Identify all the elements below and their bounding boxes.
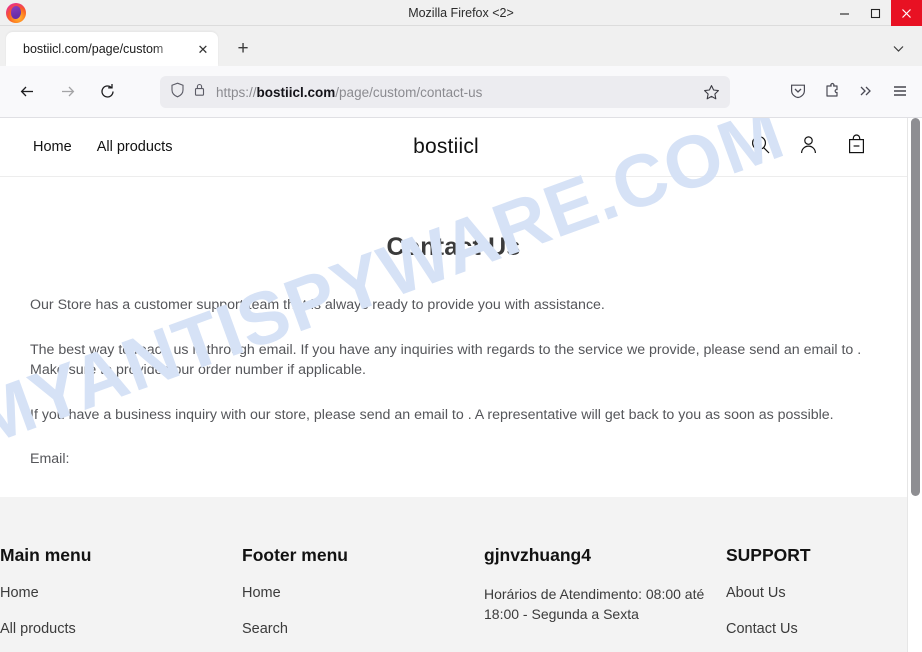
- search-icon[interactable]: [750, 134, 771, 160]
- footer-link[interactable]: About Us: [726, 585, 889, 601]
- url-bar[interactable]: https://bostiicl.com/page/custom/contact…: [160, 76, 730, 108]
- footer-heading: Footer menu: [242, 545, 348, 565]
- shield-icon[interactable]: [170, 82, 185, 103]
- lock-icon[interactable]: [193, 82, 206, 103]
- footer-heading: SUPPORT: [726, 545, 811, 565]
- bookmark-star-icon[interactable]: [700, 81, 722, 103]
- reload-button[interactable]: [90, 75, 124, 109]
- site-footer: Main menu Home All products Footer menu …: [0, 497, 907, 652]
- close-button[interactable]: [891, 0, 922, 26]
- tab-close-icon[interactable]: ✕: [195, 41, 211, 57]
- footer-columns: Main menu Home All products Footer menu …: [0, 545, 907, 652]
- new-tab-button[interactable]: +: [228, 34, 258, 64]
- forward-button[interactable]: [50, 75, 84, 109]
- page-viewport: Home All products bostiicl MYANTISPYWARE…: [0, 118, 922, 652]
- url-text[interactable]: https://bostiicl.com/page/custom/contact…: [216, 85, 482, 100]
- cart-icon[interactable]: [846, 134, 867, 160]
- site-header-icons: [750, 134, 867, 160]
- footer-column-support: SUPPORT About Us Contact Us: [726, 545, 907, 652]
- window-titlebar: Mozilla Firefox <2>: [0, 0, 922, 26]
- scrollbar-thumb[interactable]: [911, 118, 920, 496]
- content-email-label: Email:: [30, 451, 70, 468]
- browser-tab[interactable]: bostiicl.com/page/custom ✕: [6, 32, 218, 66]
- double-chevron-icon[interactable]: [850, 75, 882, 107]
- content-paragraph-2: The best way to reach us is through emai…: [30, 341, 862, 379]
- footer-link[interactable]: Home: [0, 585, 224, 601]
- footer-heading: gjnvzhuang4: [484, 545, 591, 565]
- footer-hours-text: Horários de Atendimento: 08:00 até 18:00…: [484, 586, 705, 622]
- content-paragraph-1: Our Store has a customer support team th…: [30, 297, 605, 313]
- site-header: Home All products bostiicl: [0, 118, 907, 177]
- url-scheme: https://: [216, 84, 257, 100]
- toolbar-right-icons: [782, 75, 916, 107]
- hamburger-menu-icon[interactable]: [884, 75, 916, 107]
- url-path: /page/custom/contact-us: [335, 84, 483, 100]
- browser-window: Mozilla Firefox <2> bostiicl.com/page/cu…: [0, 0, 922, 652]
- pocket-save-icon[interactable]: [782, 75, 814, 107]
- list-all-tabs-icon[interactable]: [884, 34, 912, 62]
- extensions-puzzle-icon[interactable]: [816, 75, 848, 107]
- url-host: bostiicl.com: [256, 84, 336, 100]
- window-controls: [829, 0, 922, 26]
- tab-strip: bostiicl.com/page/custom ✕ +: [0, 26, 922, 66]
- back-button[interactable]: [10, 75, 44, 109]
- footer-link[interactable]: Search: [242, 621, 466, 637]
- minimize-button[interactable]: [829, 0, 860, 26]
- window-title: Mozilla Firefox <2>: [408, 5, 514, 20]
- footer-link[interactable]: Contact Us: [726, 621, 889, 637]
- tab-title: bostiicl.com/page/custom: [23, 42, 164, 56]
- footer-column-main-menu: Main menu Home All products: [0, 545, 242, 652]
- page-content: MYANTISPYWARE.COM Contact Us Our Store h…: [0, 118, 907, 470]
- page-title: Contact Us: [386, 233, 521, 261]
- footer-heading: Main menu: [0, 545, 92, 565]
- maximize-button[interactable]: [860, 0, 891, 26]
- footer-column-footer-menu: Footer menu Home Search: [242, 545, 484, 652]
- firefox-logo-icon: [5, 2, 27, 24]
- footer-link[interactable]: All products: [0, 621, 224, 637]
- page-scrollbar[interactable]: [907, 118, 922, 652]
- footer-link[interactable]: Home: [242, 585, 466, 601]
- footer-column-store-info: gjnvzhuang4 Horários de Atendimento: 08:…: [484, 545, 726, 652]
- navigation-toolbar: https://bostiicl.com/page/custom/contact…: [0, 66, 922, 118]
- content-paragraph-3: If you have a business inquiry with our …: [30, 406, 834, 423]
- account-icon[interactable]: [798, 134, 819, 160]
